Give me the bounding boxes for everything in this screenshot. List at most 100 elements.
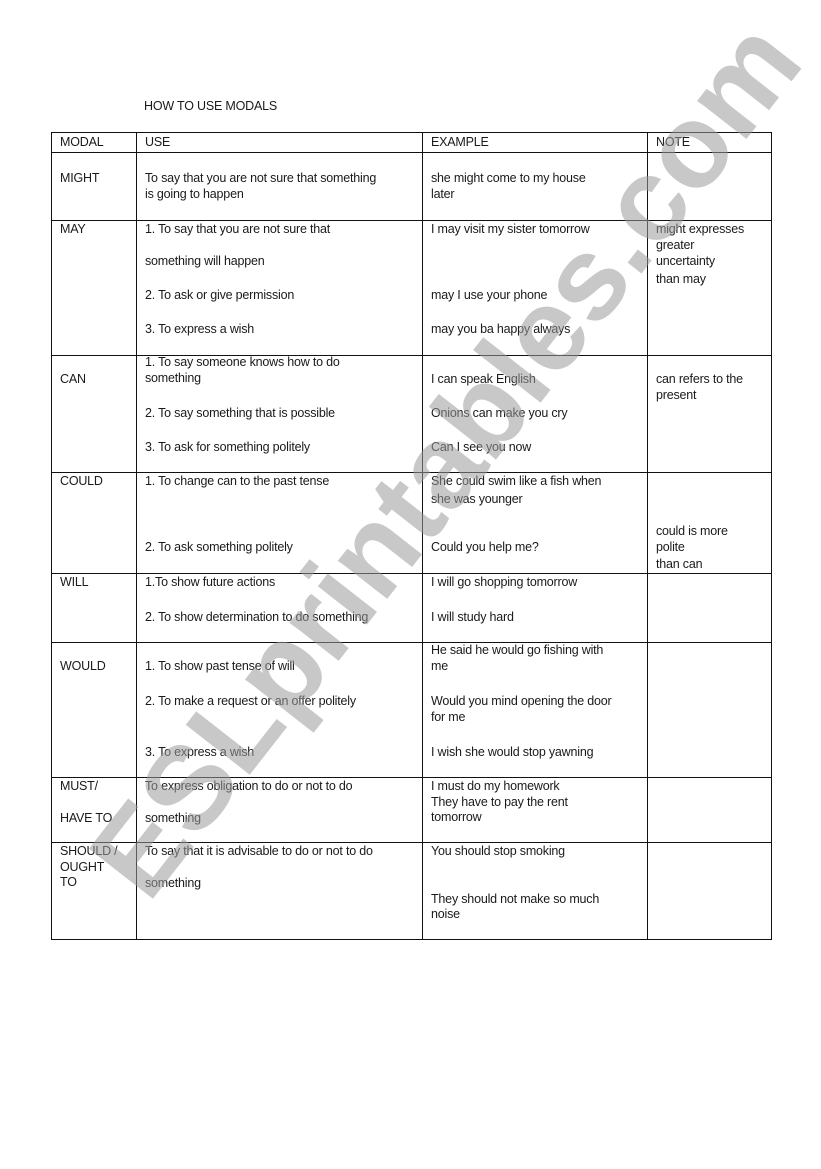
modal-text: WOULD [60, 659, 106, 673]
note-cell [647, 842, 772, 940]
note-text: might expresses [656, 222, 745, 236]
header-note: NOTE [656, 135, 690, 149]
modal-cell: WOULD [51, 642, 137, 778]
use-text: something will happen [145, 254, 265, 268]
note-text: greater [656, 238, 695, 252]
use-text: 2. To ask or give permission [145, 288, 295, 302]
example-text: may I use your phone [431, 288, 548, 302]
note-text: uncertainty [656, 254, 715, 268]
use-text: 2. To ask something politely [145, 540, 293, 554]
use-text: 3. To ask for something politely [145, 440, 310, 454]
use-text: something [145, 811, 201, 825]
modal-text: COULD [60, 474, 103, 488]
table-row: CAN 1. To say someone knows how to do so… [51, 355, 772, 473]
header-example: EXAMPLE [431, 135, 489, 149]
example-text: tomorrow [431, 810, 482, 824]
note-text: present [656, 388, 697, 402]
use-text: To say that it is advisable to do or not… [145, 844, 373, 858]
header-cell-note: NOTE [647, 132, 772, 153]
modal-cell: WILL [51, 573, 137, 643]
note-cell: might expresses greater uncertainty than… [647, 220, 772, 356]
example-text: I may visit my sister tomorrow [431, 222, 590, 236]
example-text: she was younger [431, 492, 523, 506]
example-text: They have to pay the rent [431, 795, 568, 809]
use-text: 2. To say something that is possible [145, 406, 335, 420]
modal-text: TO [60, 875, 77, 889]
document-title: HOW TO USE MODALS [144, 99, 277, 113]
example-cell: I may visit my sister tomorrow may I use… [422, 220, 648, 356]
example-text: I must do my homework [431, 779, 560, 793]
modal-text: MAY [60, 222, 86, 236]
note-text: than can [656, 557, 703, 571]
modal-text: OUGHT [60, 860, 105, 874]
note-text: could is more [656, 524, 728, 538]
note-cell: could is more polite than can [647, 472, 772, 574]
example-text: He said he would go fishing with [431, 643, 604, 657]
modal-text: MIGHT [60, 171, 100, 185]
example-text: I will study hard [431, 610, 514, 624]
note-cell [647, 152, 772, 221]
example-text: Can I see you now [431, 440, 532, 454]
table-row: SHOULD / OUGHT TO To say that it is advi… [51, 842, 772, 940]
example-cell: I must do my homework They have to pay t… [422, 777, 648, 843]
table-row: WOULD 1. To show past tense of will 2. T… [51, 642, 772, 778]
use-text: is going to happen [145, 187, 244, 201]
use-cell: To say that you are not sure that someth… [136, 152, 423, 221]
example-text: may you ba happy always [431, 322, 571, 336]
example-cell: He said he would go fishing with me Woul… [422, 642, 648, 778]
note-text: can refers to the [656, 372, 743, 386]
header-cell-use: USE [136, 132, 423, 153]
example-cell: I can speak English Onions can make you … [422, 355, 648, 473]
use-text: 3. To express a wish [145, 322, 255, 336]
note-cell [647, 573, 772, 643]
note-cell: can refers to the present [647, 355, 772, 473]
use-text: 1.To show future actions [145, 575, 275, 589]
header-modal: MODAL [60, 135, 104, 149]
modals-table: MODAL USE EXAMPLE NOTE MIGHT To say that… [51, 132, 772, 940]
table-row: WILL 1.To show future actions 2. To show… [51, 573, 772, 643]
example-text: She could swim like a fish when [431, 474, 602, 488]
use-text: something [145, 371, 201, 385]
header-use: USE [145, 135, 171, 149]
use-text: 1. To change can to the past tense [145, 474, 330, 488]
use-text: 1. To say someone knows how to do [145, 355, 340, 369]
modal-text: MUST/ [60, 779, 98, 793]
modal-text: WILL [60, 575, 89, 589]
example-text: Onions can make you cry [431, 406, 568, 420]
note-cell [647, 777, 772, 843]
use-text: 3. To express a wish [145, 745, 255, 759]
example-text: for me [431, 710, 466, 724]
use-text: 1. To show past tense of will [145, 659, 295, 673]
modal-text: HAVE TO [60, 811, 113, 825]
table-row: MIGHT To say that you are not sure that … [51, 152, 772, 221]
table-header-row: MODAL USE EXAMPLE NOTE [51, 132, 772, 153]
modal-cell: MIGHT [51, 152, 137, 221]
modal-cell: CAN [51, 355, 137, 473]
example-text: Would you mind opening the door [431, 694, 612, 708]
modal-text: CAN [60, 372, 86, 386]
header-cell-example: EXAMPLE [422, 132, 648, 153]
use-text: 2. To make a request or an offer politel… [145, 694, 356, 708]
example-text: me [431, 659, 448, 673]
table-row: MUST/ HAVE TO To express obligation to d… [51, 777, 772, 843]
example-text: later [431, 187, 455, 201]
table-row: MAY 1. To say that you are not sure that… [51, 220, 772, 356]
table-row: COULD 1. To change can to the past tense… [51, 472, 772, 574]
note-text: than may [656, 272, 706, 286]
use-cell: 1. To change can to the past tense 2. To… [136, 472, 423, 574]
use-text: To say that you are not sure that someth… [145, 171, 377, 185]
example-text: They should not make so much [431, 892, 600, 906]
example-cell: she might come to my house later [422, 152, 648, 221]
use-cell: 1. To show past tense of will 2. To make… [136, 642, 423, 778]
modal-text: SHOULD / [60, 844, 118, 858]
modal-cell: SHOULD / OUGHT TO [51, 842, 137, 940]
note-cell [647, 642, 772, 778]
example-text: I wish she would stop yawning [431, 745, 594, 759]
header-cell-modal: MODAL [51, 132, 137, 153]
example-text: she might come to my house [431, 171, 586, 185]
use-cell: 1. To say that you are not sure that som… [136, 220, 423, 356]
use-cell: To express obligation to do or not to do… [136, 777, 423, 843]
note-text: polite [656, 540, 685, 554]
example-cell: You should stop smoking They should not … [422, 842, 648, 940]
modal-cell: MUST/ HAVE TO [51, 777, 137, 843]
